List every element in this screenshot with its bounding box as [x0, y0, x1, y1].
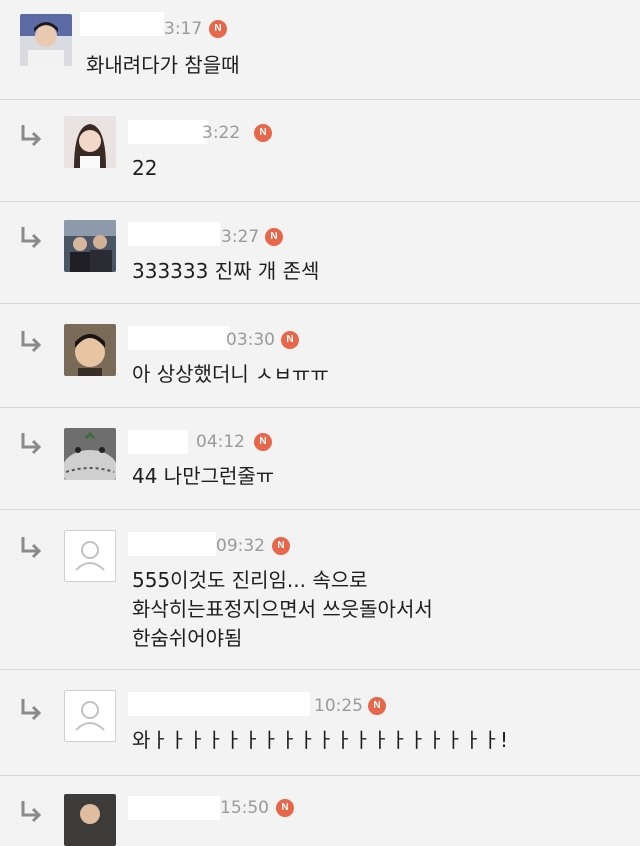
reply-item[interactable]: 09:32 N 555이것도 진리임... 속으로 화삭히는표정지으면서 쓰읏돌…: [0, 510, 640, 670]
reply-arrow-icon: [21, 227, 42, 249]
reply-item[interactable]: 3:27 N 333333 진짜 개 존섹: [0, 202, 640, 304]
new-badge: N: [254, 433, 272, 451]
new-badge: N: [265, 228, 283, 246]
comment-text: 555이것도 진리임... 속으로 화삭히는표정지으면서 쓰읏돌아서서 한숨쉬어…: [132, 568, 433, 650]
reply-arrow-icon: [21, 331, 42, 353]
author-name-hidden: [128, 222, 220, 246]
avatar[interactable]: [64, 324, 116, 376]
new-badge: N: [254, 124, 272, 142]
avatar[interactable]: [64, 428, 116, 480]
comment-time: 10:25: [314, 696, 363, 716]
avatar[interactable]: [64, 794, 116, 846]
comment-text: 와ㅏㅏㅏㅏㅏㅏㅏㅏㅏㅏㅏㅏㅏㅏㅏㅏㅏㅏㅏ!: [132, 728, 509, 752]
reply-item[interactable]: 03:30 N 아 상상했더니 ㅅㅂㅠㅠ: [0, 304, 640, 408]
reply-arrow-icon: [21, 801, 42, 823]
author-name-hidden: [128, 692, 310, 716]
new-badge: N: [276, 799, 294, 817]
avatar[interactable]: [64, 220, 116, 272]
reply-arrow-icon: [21, 699, 42, 721]
comment-time: 15:50: [220, 798, 269, 818]
reply-arrow-icon: [21, 537, 42, 559]
author-name-hidden: [128, 532, 216, 556]
comment-time: 03:30: [226, 330, 275, 350]
author-name-hidden: [128, 326, 230, 350]
reply-arrow-icon: [21, 125, 42, 147]
comment-time: 3:22: [202, 123, 241, 143]
new-badge: N: [272, 537, 290, 555]
author-name-hidden: [128, 430, 188, 454]
comment-time: 04:12: [196, 432, 245, 452]
avatar[interactable]: [64, 690, 116, 742]
reply-item[interactable]: 15:50 N: [0, 776, 640, 846]
avatar[interactable]: [20, 14, 72, 66]
reply-item[interactable]: 10:25 N 와ㅏㅏㅏㅏㅏㅏㅏㅏㅏㅏㅏㅏㅏㅏㅏㅏㅏㅏㅏ!: [0, 670, 640, 776]
new-badge: N: [281, 331, 299, 349]
comment-time: 3:17: [164, 19, 203, 39]
comment-text: 22: [132, 156, 158, 180]
comment-text: 333333 진짜 개 존섹: [132, 259, 320, 283]
new-badge: N: [209, 20, 227, 38]
comment-time: 3:27: [221, 227, 260, 247]
comment-text: 아 상상했더니 ㅅㅂㅠㅠ: [132, 362, 329, 386]
comment-item[interactable]: 3:17 N 화내려다가 참을때: [0, 0, 640, 100]
new-badge: N: [368, 697, 386, 715]
comment-time: 09:32: [216, 536, 265, 556]
comment-text: 44 나만그런줄ㅠ: [132, 464, 275, 488]
author-name-hidden: [128, 796, 220, 820]
author-name-hidden: [80, 12, 164, 36]
comment-text: 화내려다가 참을때: [86, 53, 240, 77]
reply-item[interactable]: 3:22 N 22: [0, 100, 640, 202]
avatar[interactable]: [64, 530, 116, 582]
reply-item[interactable]: 04:12 N 44 나만그런줄ㅠ: [0, 408, 640, 510]
avatar[interactable]: [64, 116, 116, 168]
reply-arrow-icon: [21, 433, 42, 455]
author-name-hidden: [128, 120, 208, 144]
